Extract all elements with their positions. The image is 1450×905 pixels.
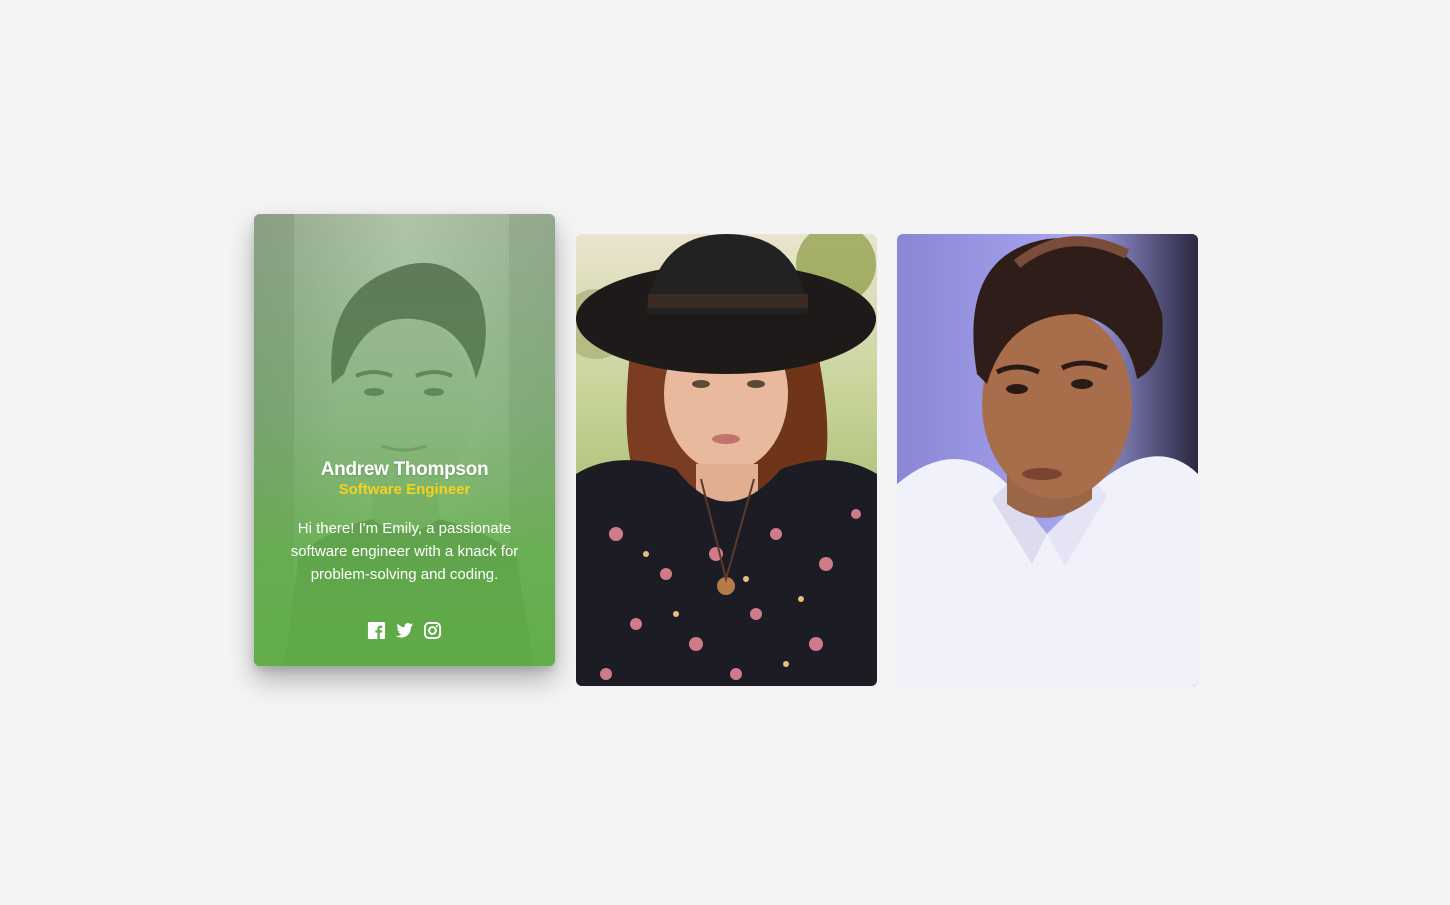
team-card-woman[interactable] [576, 234, 877, 686]
twitter-icon[interactable] [395, 621, 414, 640]
member-name: Andrew Thompson [320, 459, 489, 480]
team-card-man[interactable] [897, 234, 1198, 686]
instagram-icon[interactable] [423, 621, 442, 640]
facebook-icon[interactable] [367, 621, 386, 640]
member-role: Software Engineer [338, 481, 471, 498]
card-info: Andrew Thompson Software Engineer Hi the… [254, 458, 555, 586]
member-bio: Hi there! I'm Emily, a passionate softwa… [290, 520, 519, 583]
team-card-andrew[interactable]: Andrew Thompson Software Engineer Hi the… [254, 214, 555, 666]
social-links [254, 621, 555, 640]
woman-in-black-hat-photo [576, 234, 877, 686]
team-cards-section: Andrew Thompson Software Engineer Hi the… [0, 0, 1450, 905]
card-overlay [254, 214, 555, 666]
man-in-white-shirt-photo [897, 234, 1198, 686]
